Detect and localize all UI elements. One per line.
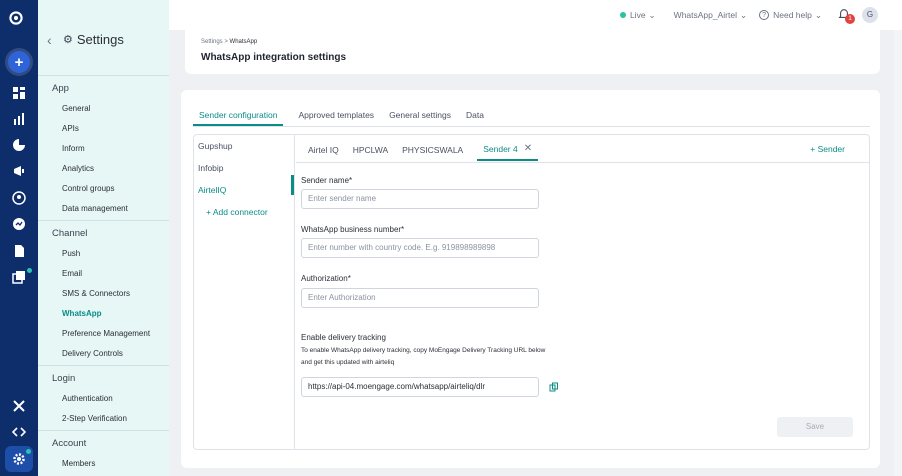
template-icon[interactable] [11, 269, 27, 285]
sender-tab-hpclwa[interactable]: HPCLWA [353, 139, 388, 161]
workspace-dropdown[interactable]: WhatsApp_Airtel [674, 10, 737, 20]
bell-icon[interactable]: 1 [838, 8, 855, 24]
section-app: App [52, 83, 69, 94]
save-button[interactable]: Save [777, 417, 853, 437]
help-icon[interactable]: ? [759, 10, 770, 20]
breadcrumb-separator: > [224, 39, 228, 45]
breadcrumb-current: WhatsApp [229, 39, 258, 45]
authorization-label: Authorization* [301, 274, 351, 283]
settings-header: ‹ ⚙ Settings [38, 0, 169, 76]
tab-data[interactable]: Data [466, 104, 484, 126]
create-icon[interactable]: + [8, 51, 30, 73]
content-icon[interactable] [11, 243, 27, 259]
section-account: Account [52, 438, 87, 449]
divider [38, 220, 169, 221]
delivery-tracking-help: To enable WhatsApp delivery tracking, co… [301, 347, 546, 354]
back-arrow-icon[interactable]: ‹ [47, 32, 61, 48]
connector-active-indicator [291, 175, 294, 195]
sender-name-input[interactable]: Enter sender name [301, 189, 539, 209]
top-bar: Live ⌄ WhatsApp_Airtel ⌄ ? Need help ⌄ 1… [169, 0, 902, 30]
page-scrollbar[interactable] [894, 30, 902, 476]
chevron-down-icon[interactable]: ⌄ [740, 10, 747, 21]
tab-general-settings[interactable]: General settings [389, 104, 451, 126]
nav-delivery-controls[interactable]: Delivery Controls [38, 344, 169, 364]
divider [38, 365, 169, 366]
analytics-icon[interactable] [11, 111, 27, 127]
section-login: Login [52, 373, 76, 384]
main-card: Sender configuration Approved templates … [181, 90, 880, 468]
tracking-url-field[interactable]: https://api-04.moengage.com/whatsapp/air… [301, 377, 539, 397]
nav-email[interactable]: Email [38, 264, 169, 284]
nav-apis[interactable]: APIs [38, 119, 169, 139]
section-channel: Channel [52, 228, 88, 239]
delivery-tracking-label: Enable delivery tracking [301, 333, 386, 342]
user-icon[interactable] [11, 190, 27, 206]
sender-tab-sender-4[interactable]: Sender 4 ✕ [477, 138, 539, 161]
settings-tabs: Sender configuration Approved templates … [193, 104, 484, 126]
business-number-label: WhatsApp business number* [301, 225, 405, 234]
copy-icon[interactable] [549, 382, 559, 392]
authorization-input[interactable]: Enter Authorization [301, 288, 539, 308]
close-icon[interactable]: ✕ [524, 138, 532, 160]
divider [38, 430, 169, 431]
chevron-down-icon[interactable]: ⌄ [815, 10, 822, 21]
breadcrumb-settings[interactable]: Settings [201, 39, 223, 45]
help-dropdown[interactable]: Need help [773, 10, 812, 20]
nav-data-management[interactable]: Data management [38, 199, 169, 219]
connector-gupshup[interactable]: Gupshup [194, 135, 294, 157]
business-number-input[interactable]: Enter number with country code. E.g. 919… [301, 238, 539, 258]
settings-dot [26, 449, 31, 454]
sender-tab-label: Sender 4 [483, 144, 518, 154]
campaign-icon[interactable] [11, 163, 27, 179]
settings-panel: ‹ ⚙ Settings App General APIs Inform Ana… [38, 0, 169, 476]
nav-inform[interactable]: Inform [38, 139, 169, 159]
sender-config-panel: Gupshup Infobip AirtelIQ + Add connector… [193, 134, 870, 450]
avatar[interactable]: G [862, 7, 878, 23]
page-header: Settings > WhatsApp WhatsApp integration… [185, 30, 880, 74]
nav-analytics[interactable]: Analytics [38, 159, 169, 179]
nav-whatsapp[interactable]: WhatsApp [38, 304, 169, 324]
logo-icon[interactable] [9, 11, 23, 25]
nav-general[interactable]: General [38, 99, 169, 119]
sender-tabs: Airtel IQ HPCLWA PHYSICSWALA Sender 4 ✕ [308, 138, 539, 161]
code-icon[interactable] [11, 424, 27, 440]
add-sender-button[interactable]: + Sender [810, 144, 845, 154]
gear-icon: ⚙ [63, 34, 73, 46]
breadcrumb: Settings > WhatsApp [201, 39, 257, 45]
nav-authentication[interactable]: Authentication [38, 389, 169, 409]
live-status-dot [619, 12, 626, 18]
new-indicator [27, 268, 32, 273]
integrations-icon[interactable] [11, 398, 27, 414]
add-connector-link[interactable]: + Add connector [194, 201, 294, 223]
dashboard-icon[interactable] [11, 85, 27, 101]
tab-approved-templates[interactable]: Approved templates [298, 104, 374, 126]
nav-preference-management[interactable]: Preference Management [38, 324, 169, 344]
delivery-tracking-help-2: and get this updated with airteliq [301, 359, 395, 366]
segment-icon[interactable] [11, 137, 27, 153]
engage-icon[interactable] [11, 216, 27, 232]
env-dropdown[interactable]: Live [630, 10, 646, 20]
nav-control-groups[interactable]: Control groups [38, 179, 169, 199]
page-title: WhatsApp integration settings [201, 52, 346, 63]
settings-icon[interactable] [11, 451, 27, 467]
top-bar-controls: Live ⌄ WhatsApp_Airtel ⌄ ? Need help ⌄ 1… [619, 7, 878, 24]
nav-sms-connectors[interactable]: SMS & Connectors [38, 284, 169, 304]
settings-title: Settings [76, 32, 124, 47]
sender-tab-airtel-iq[interactable]: Airtel IQ [308, 139, 339, 161]
nav-push[interactable]: Push [38, 244, 169, 264]
connector-infobip[interactable]: Infobip [194, 157, 294, 179]
sender-tab-physicswala[interactable]: PHYSICSWALA [402, 139, 463, 161]
sender-name-label: Sender name* [301, 176, 353, 185]
nav-2-step-verification[interactable]: 2-Step Verification [38, 409, 169, 429]
notification-badge: 1 [845, 14, 855, 24]
connector-airteliq[interactable]: AirtelIQ [194, 179, 294, 201]
chevron-down-icon[interactable]: ⌄ [649, 10, 656, 21]
app-rail: + [0, 0, 38, 476]
sender-tabs-divider [296, 162, 869, 163]
tab-sender-configuration[interactable]: Sender configuration [193, 104, 284, 126]
nav-members[interactable]: Members [38, 454, 169, 474]
tabs-divider [193, 126, 870, 127]
connector-list: Gupshup Infobip AirtelIQ + Add connector [194, 135, 295, 449]
